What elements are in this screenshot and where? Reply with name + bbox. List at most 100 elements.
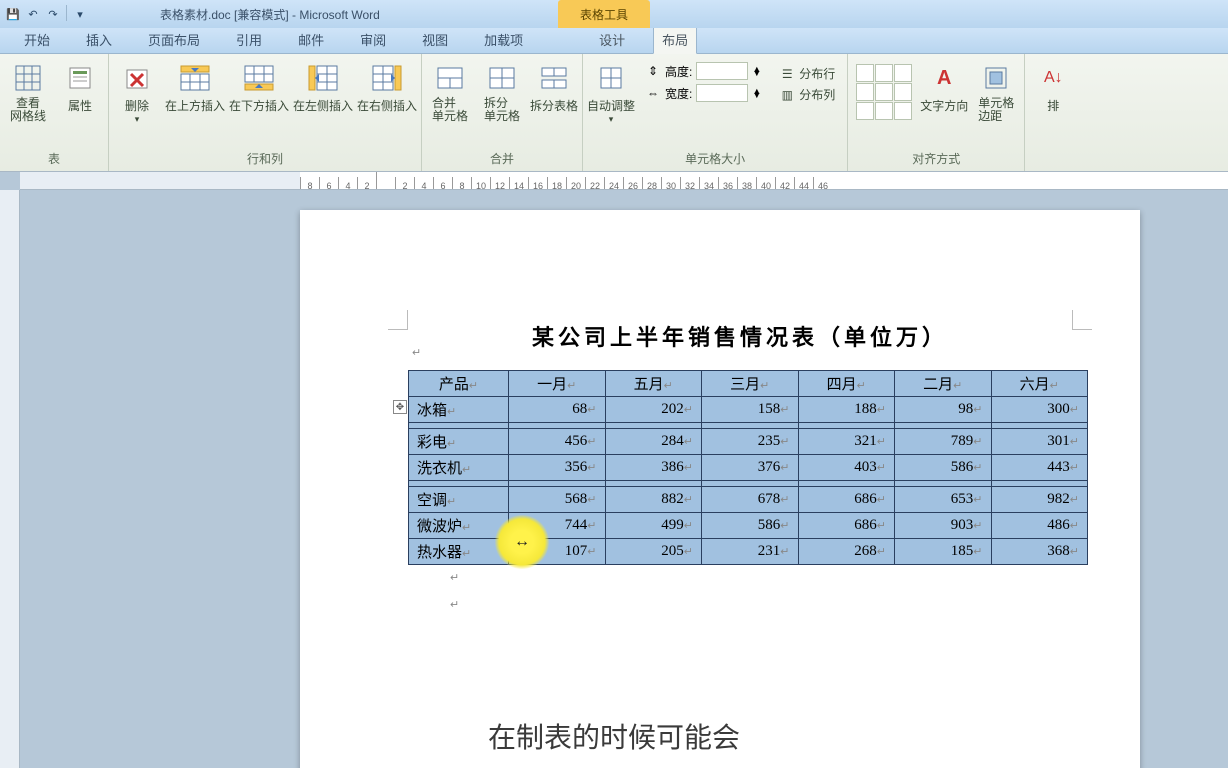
- header-cell[interactable]: 二月↵: [895, 371, 992, 397]
- value-cell[interactable]: 98↵: [895, 397, 992, 423]
- value-cell[interactable]: 678↵: [702, 487, 799, 513]
- value-cell[interactable]: 158↵: [702, 397, 799, 423]
- vertical-ruler[interactable]: [0, 190, 20, 768]
- value-cell[interactable]: 903↵: [895, 513, 992, 539]
- redo-icon[interactable]: ↷: [44, 5, 62, 23]
- value-cell[interactable]: 386↵: [605, 455, 702, 481]
- value-cell[interactable]: 653↵: [895, 487, 992, 513]
- height-input[interactable]: [696, 62, 748, 80]
- value-cell[interactable]: 686↵: [798, 513, 895, 539]
- align-ml[interactable]: [856, 83, 874, 101]
- value-cell[interactable]: 486↵: [991, 513, 1088, 539]
- table-move-handle[interactable]: ✥: [393, 400, 407, 414]
- value-cell[interactable]: 107↵: [509, 539, 606, 565]
- value-cell[interactable]: 300↵: [991, 397, 1088, 423]
- value-cell[interactable]: 789↵: [895, 429, 992, 455]
- value-cell[interactable]: 586↵: [895, 455, 992, 481]
- align-bl[interactable]: [856, 102, 874, 120]
- split-table-button[interactable]: 拆分表格: [530, 60, 578, 114]
- align-mr[interactable]: [894, 83, 912, 101]
- value-cell[interactable]: 744↵: [509, 513, 606, 539]
- tab-insert[interactable]: 插入: [78, 26, 120, 53]
- product-cell[interactable]: 冰箱↵: [409, 397, 509, 423]
- tab-mail[interactable]: 邮件: [290, 26, 332, 53]
- value-cell[interactable]: 268↵: [798, 539, 895, 565]
- value-cell[interactable]: 205↵: [605, 539, 702, 565]
- value-cell[interactable]: 443↵: [991, 455, 1088, 481]
- header-cell[interactable]: 一月↵: [509, 371, 606, 397]
- sales-table[interactable]: 产品↵一月↵五月↵三月↵四月↵二月↵六月↵冰箱↵68↵202↵158↵188↵9…: [408, 370, 1088, 565]
- align-br[interactable]: [894, 102, 912, 120]
- view-gridlines-button[interactable]: 查看 网格线: [4, 60, 52, 123]
- value-cell[interactable]: 686↵: [798, 487, 895, 513]
- page[interactable]: ↵ 某公司上半年销售情况表（单位万） ✥ 产品↵一月↵五月↵三月↵四月↵二月↵六…: [300, 210, 1140, 768]
- delete-button[interactable]: 删除▾: [113, 60, 161, 125]
- align-bc[interactable]: [875, 102, 893, 120]
- value-cell[interactable]: 376↵: [702, 455, 799, 481]
- table-row[interactable]: 热水器↵107↵205↵231↵268↵185↵368↵: [409, 539, 1088, 565]
- align-tl[interactable]: [856, 64, 874, 82]
- table-row[interactable]: 洗衣机↵356↵386↵376↵403↵586↵443↵: [409, 455, 1088, 481]
- text-direction-button[interactable]: A 文字方向: [920, 60, 968, 114]
- product-cell[interactable]: 热水器↵: [409, 539, 509, 565]
- value-cell[interactable]: 882↵: [605, 487, 702, 513]
- autofit-button[interactable]: 自动调整▾: [587, 60, 635, 125]
- value-cell[interactable]: 284↵: [605, 429, 702, 455]
- header-cell[interactable]: 产品↵: [409, 371, 509, 397]
- product-cell[interactable]: 洗衣机↵: [409, 455, 509, 481]
- product-cell[interactable]: 空调↵: [409, 487, 509, 513]
- align-tc[interactable]: [875, 64, 893, 82]
- table-row[interactable]: 冰箱↵68↵202↵158↵188↵98↵300↵: [409, 397, 1088, 423]
- width-input[interactable]: [696, 84, 748, 102]
- table-row[interactable]: 微波炉↵744↵499↵586↵686↵903↵486↵: [409, 513, 1088, 539]
- distribute-rows-button[interactable]: ☰分布行: [775, 64, 839, 83]
- properties-button[interactable]: 属性: [56, 60, 104, 114]
- table-row[interactable]: 彩电↵456↵284↵235↵321↵789↵301↵: [409, 429, 1088, 455]
- sort-button[interactable]: A↓ 排: [1029, 60, 1077, 114]
- value-cell[interactable]: 368↵: [991, 539, 1088, 565]
- undo-icon[interactable]: ↶: [24, 5, 42, 23]
- table-row[interactable]: 空调↵568↵882↵678↵686↵653↵982↵: [409, 487, 1088, 513]
- split-cells-button[interactable]: 拆分 单元格: [478, 60, 526, 123]
- document-heading[interactable]: 某公司上半年销售情况表（单位万）: [400, 320, 1080, 352]
- header-cell[interactable]: 五月↵: [605, 371, 702, 397]
- qat-dropdown-icon[interactable]: ▾: [71, 5, 89, 23]
- tab-references[interactable]: 引用: [228, 26, 270, 53]
- insert-below-button[interactable]: 在下方插入: [229, 60, 289, 114]
- align-mc[interactable]: [875, 83, 893, 101]
- table-header-row[interactable]: 产品↵一月↵五月↵三月↵四月↵二月↵六月↵: [409, 371, 1088, 397]
- tab-design[interactable]: 设计: [591, 26, 633, 53]
- product-cell[interactable]: 微波炉↵: [409, 513, 509, 539]
- value-cell[interactable]: 982↵: [991, 487, 1088, 513]
- value-cell[interactable]: 188↵: [798, 397, 895, 423]
- tab-table-layout[interactable]: 布局: [653, 25, 697, 54]
- header-cell[interactable]: 六月↵: [991, 371, 1088, 397]
- value-cell[interactable]: 321↵: [798, 429, 895, 455]
- merge-cells-button[interactable]: 合并 单元格: [426, 60, 474, 123]
- value-cell[interactable]: 202↵: [605, 397, 702, 423]
- header-cell[interactable]: 四月↵: [798, 371, 895, 397]
- header-cell[interactable]: 三月↵: [702, 371, 799, 397]
- horizontal-ruler[interactable]: 8642246810121416182022242628303234363840…: [20, 172, 1228, 190]
- value-cell[interactable]: 403↵: [798, 455, 895, 481]
- cell-margins-button[interactable]: 单元格 边距: [972, 60, 1020, 123]
- save-icon[interactable]: 💾: [4, 5, 22, 23]
- align-tr[interactable]: [894, 64, 912, 82]
- value-cell[interactable]: 456↵: [509, 429, 606, 455]
- value-cell[interactable]: 231↵: [702, 539, 799, 565]
- product-cell[interactable]: 彩电↵: [409, 429, 509, 455]
- value-cell[interactable]: 301↵: [991, 429, 1088, 455]
- distribute-cols-button[interactable]: ▥分布列: [775, 85, 839, 104]
- tab-addins[interactable]: 加载项: [476, 26, 531, 53]
- value-cell[interactable]: 235↵: [702, 429, 799, 455]
- value-cell[interactable]: 68↵: [509, 397, 606, 423]
- value-cell[interactable]: 185↵: [895, 539, 992, 565]
- value-cell[interactable]: 499↵: [605, 513, 702, 539]
- value-cell[interactable]: 586↵: [702, 513, 799, 539]
- insert-right-button[interactable]: 在右侧插入: [357, 60, 417, 114]
- tab-view[interactable]: 视图: [414, 26, 456, 53]
- insert-above-button[interactable]: 在上方插入: [165, 60, 225, 114]
- value-cell[interactable]: 356↵: [509, 455, 606, 481]
- insert-left-button[interactable]: 在左侧插入: [293, 60, 353, 114]
- tab-home[interactable]: 开始: [16, 26, 58, 53]
